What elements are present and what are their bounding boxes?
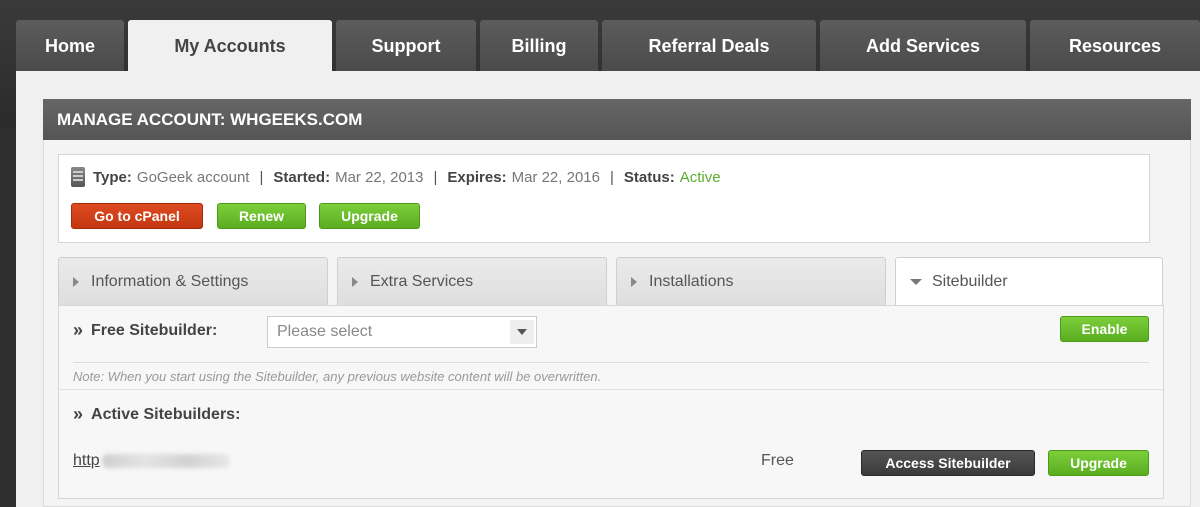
server-icon — [71, 167, 85, 187]
sitebuilder-plan: Free — [761, 452, 794, 469]
label-text: Active Sitebuilders: — [91, 405, 241, 423]
page-title: MANAGE ACCOUNT: WHGEEKS.COM — [43, 99, 1191, 140]
separator: | — [259, 168, 264, 186]
tab-label: Information & Settings — [91, 272, 249, 290]
nav-tab-resources[interactable]: Resources — [1030, 20, 1200, 72]
account-content: Type: GoGeek account | Started: Mar 22, … — [43, 140, 1191, 507]
enable-button[interactable]: Enable — [1060, 316, 1149, 342]
started-label: Started: — [273, 168, 331, 186]
select-value: Please select — [277, 323, 373, 340]
raquo-icon: » — [73, 320, 84, 340]
status-badge: Active — [679, 168, 721, 186]
nav-tab-support[interactable]: Support — [336, 20, 476, 72]
separator: | — [609, 168, 614, 186]
divider — [59, 389, 1163, 390]
expires-value: Mar 22, 2016 — [511, 168, 600, 186]
sitebuilder-url-link[interactable]: http — [73, 452, 230, 470]
tab-sitebuilder[interactable]: Sitebuilder — [895, 257, 1163, 306]
nav-tab-referral-deals[interactable]: Referral Deals — [602, 20, 816, 72]
tab-extra-services[interactable]: Extra Services — [337, 257, 607, 305]
main-panel: MANAGE ACCOUNT: WHGEEKS.COM Type: GoGeek… — [16, 71, 1200, 507]
account-info-line: Type: GoGeek account | Started: Mar 22, … — [71, 167, 721, 187]
chevron-down-icon — [910, 279, 922, 285]
separator: | — [433, 168, 438, 186]
type-value: GoGeek account — [136, 168, 250, 186]
tab-installations[interactable]: Installations — [616, 257, 886, 305]
chevron-right-icon — [631, 276, 637, 287]
free-sitebuilder-label: » Free Sitebuilder: — [73, 320, 217, 341]
type-label: Type: — [93, 168, 132, 186]
nav-tab-billing[interactable]: Billing — [480, 20, 598, 72]
upgrade-account-button[interactable]: Upgrade — [319, 203, 420, 229]
started-value: Mar 22, 2013 — [335, 168, 424, 186]
raquo-icon: » — [73, 404, 84, 424]
nav-tab-home[interactable]: Home — [16, 20, 124, 72]
tab-label: Installations — [649, 272, 734, 290]
nav-tab-add-services[interactable]: Add Services — [820, 20, 1026, 72]
access-sitebuilder-button[interactable]: Access Sitebuilder — [861, 450, 1035, 476]
chevron-down-icon[interactable] — [510, 320, 534, 344]
divider — [73, 362, 1149, 363]
active-sitebuilders-label: » Active Sitebuilders: — [73, 404, 240, 425]
tab-label: Extra Services — [370, 272, 474, 290]
redacted-url — [101, 454, 230, 468]
url-prefix: http — [73, 452, 100, 469]
sitebuilder-select[interactable]: Please select — [267, 316, 537, 348]
expires-label: Expires: — [447, 168, 507, 186]
chevron-right-icon — [352, 276, 358, 287]
status-label: Status: — [623, 168, 675, 186]
nav-tab-my-accounts[interactable]: My Accounts — [128, 20, 332, 72]
tab-information-settings[interactable]: Information & Settings — [58, 257, 328, 305]
label-text: Free Sitebuilder: — [91, 321, 218, 339]
main-nav: Home My Accounts Support Billing Referra… — [16, 20, 1200, 72]
renew-button[interactable]: Renew — [217, 203, 306, 229]
account-summary: Type: GoGeek account | Started: Mar 22, … — [58, 154, 1150, 243]
upgrade-sitebuilder-button[interactable]: Upgrade — [1048, 450, 1149, 476]
sitebuilder-panel: » Free Sitebuilder: Please select Enable… — [58, 305, 1164, 499]
chevron-right-icon — [73, 276, 79, 287]
sitebuilder-note: Note: When you start using the Sitebuild… — [73, 369, 602, 384]
account-subtabs: Information & Settings Extra Services In… — [58, 257, 1164, 306]
go-to-cpanel-button[interactable]: Go to cPanel — [71, 203, 203, 229]
tab-label: Sitebuilder — [932, 273, 1008, 290]
